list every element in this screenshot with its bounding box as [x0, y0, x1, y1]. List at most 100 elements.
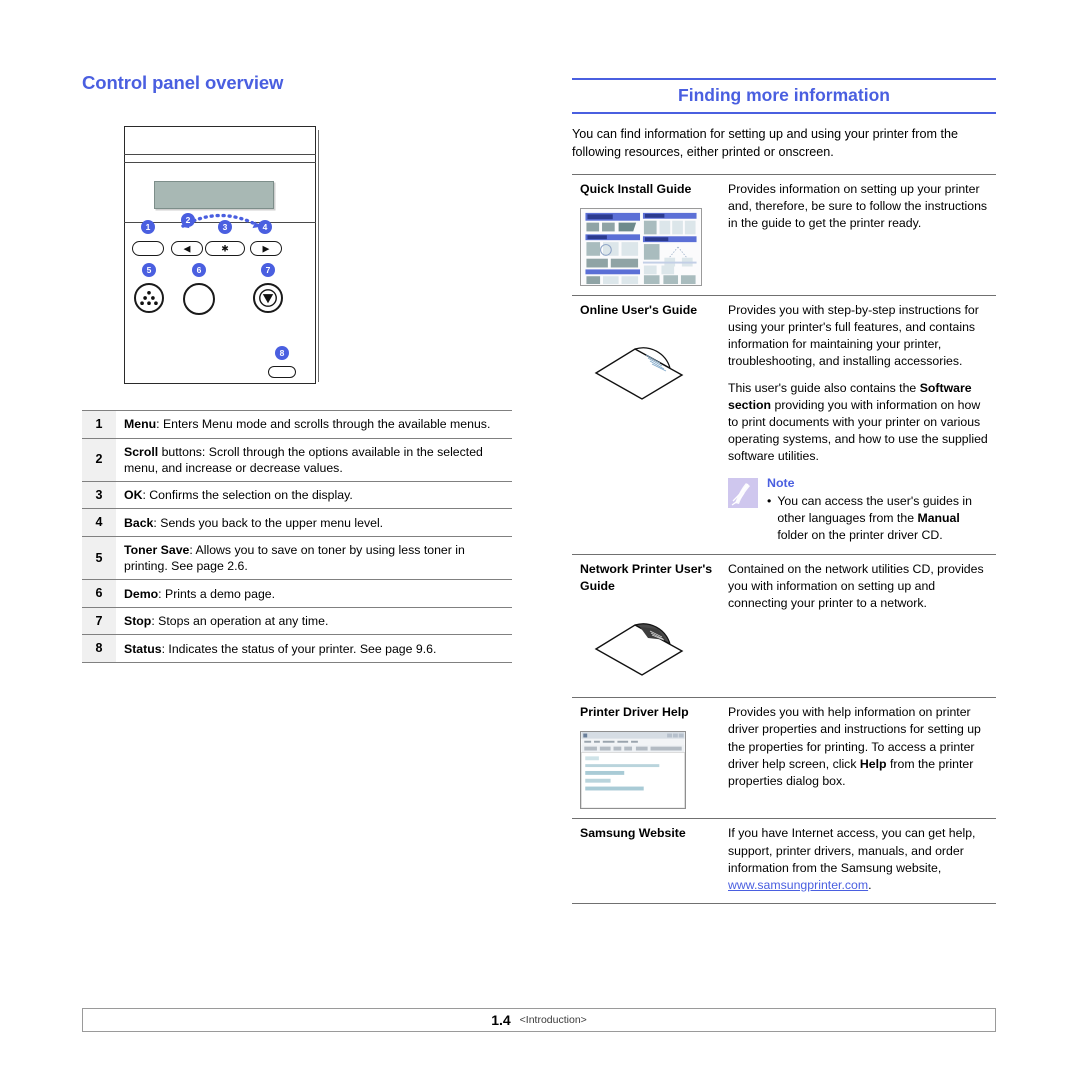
bullet-icon: •: [767, 493, 772, 508]
legend-text: Status: Indicates the status of your pri…: [116, 635, 512, 663]
samsung-website-link[interactable]: www.samsungprinter.com: [728, 878, 868, 892]
legend-desc: : Prints a demo page.: [158, 586, 276, 601]
table-row: 6 Demo: Prints a demo page.: [82, 579, 512, 608]
desc2-part-a: This user's guide also contains the: [728, 380, 920, 395]
legend-number: 5: [82, 536, 116, 580]
resource-label: Network Printer User's Guide: [580, 561, 713, 593]
legend-text: OK: Confirms the selection on the displa…: [116, 481, 512, 509]
callout-4: 4: [258, 220, 272, 234]
resource-description: If you have Internet access, you can get…: [728, 825, 992, 894]
table-row: 4 Back: Sends you back to the upper menu…: [82, 508, 512, 537]
resource-label: Printer Driver Help: [580, 705, 689, 720]
legend-number: 6: [82, 579, 116, 608]
resource-label-cell: Network Printer User's Guide: [572, 554, 726, 698]
legend-desc: buttons: Scroll through the options avai…: [124, 444, 483, 475]
resource-label-cell: Samsung Website: [572, 819, 726, 904]
legend-desc: : Stops an operation at any time.: [151, 614, 329, 629]
help-window-icon: [581, 732, 685, 809]
note-text: You can access the user's guides in othe…: [777, 493, 992, 545]
callout-5: 5: [142, 263, 156, 277]
resource-label-cell: Quick Install Guide: [572, 174, 726, 295]
legend-desc: : Confirms the selection on the display.: [142, 488, 353, 503]
page-footer: 1.4 <Introduction>: [82, 1008, 996, 1032]
callout-8: 8: [275, 346, 289, 360]
table-row: 7 Stop: Stops an operation at any time.: [82, 607, 512, 635]
legend-number: 4: [82, 508, 116, 537]
resource-description-2: This user's guide also contains the Soft…: [728, 380, 992, 466]
legend-text: Demo: Prints a demo page.: [116, 580, 512, 608]
legend-text: Menu: Enters Menu mode and scrolls throu…: [116, 411, 512, 439]
resource-description-cell: Provides you with help information on pr…: [726, 698, 996, 819]
note-title: Note: [767, 475, 795, 490]
note-pen-icon: [728, 477, 758, 508]
callout-1: 1: [141, 220, 155, 234]
table-row: 3 OK: Confirms the selection on the disp…: [82, 481, 512, 509]
callout-6: 6: [192, 263, 206, 277]
cd-sleeve-light-icon: [594, 347, 684, 400]
legend-desc: : Indicates the status of your printer. …: [161, 641, 437, 656]
legend-number: 2: [82, 438, 116, 482]
table-row-samsung-website: Samsung Website If you have Internet acc…: [572, 818, 996, 904]
legend-desc: : Sends you back to the upper menu level…: [153, 515, 384, 530]
resources-table: Quick Install Guide Provides information…: [572, 174, 996, 905]
callout-7: 7: [261, 263, 275, 277]
table-row: 8 Status: Indicates the status of your p…: [82, 634, 512, 663]
legend-number: 8: [82, 634, 116, 663]
legend-term: Back: [124, 515, 154, 530]
resource-description: Provides information on setting up your …: [728, 181, 988, 230]
legend-term: OK: [124, 488, 143, 503]
resource-label: Quick Install Guide: [580, 181, 692, 196]
desc-bold: Help: [859, 756, 887, 771]
legend-term: Toner Save: [124, 542, 190, 557]
control-panel-figure: ◀ ✱ ▶ 1 2 3 4 5 6 7 8: [120, 126, 320, 388]
resource-label-cell: Printer Driver Help: [572, 698, 726, 819]
legend-text: Stop: Stops an operation at any time.: [116, 607, 512, 635]
section-title-finding-more-information: Finding more information: [572, 78, 996, 114]
resource-description: Provides you with help information on pr…: [728, 704, 992, 790]
legend-term: Stop: [124, 614, 152, 629]
note-text-bold: Manual: [917, 511, 960, 526]
legend-term: Status: [124, 641, 162, 656]
table-row-quick-install: Quick Install Guide Provides information…: [572, 174, 996, 295]
resource-description-cell: Contained on the network utilities CD, p…: [726, 554, 996, 698]
legend-number: 7: [82, 607, 116, 635]
legend-term: Menu: [124, 417, 157, 432]
note-content: Note • You can access the user's guides …: [767, 475, 992, 545]
callout-arc: [181, 213, 261, 229]
note-text-b: folder on the printer driver CD.: [777, 528, 943, 543]
legend-number: 3: [82, 481, 116, 509]
poster-thumbnail-icon: [581, 208, 701, 285]
resource-description-cell: Provides you with step-by-step instructi…: [726, 295, 996, 554]
table-row: 2 Scroll buttons: Scroll through the opt…: [82, 438, 512, 482]
callout-3: 3: [218, 220, 232, 234]
document-page: Control panel overview ◀ ✱ ▶ 1 2 3 4 5 6…: [0, 0, 1080, 1080]
left-column: Control panel overview ◀ ✱ ▶ 1 2 3 4 5 6…: [82, 72, 512, 663]
resource-label: Online User's Guide: [580, 302, 698, 317]
resource-description-cell: If you have Internet access, you can get…: [726, 819, 996, 904]
legend-number: 1: [82, 410, 116, 438]
table-row: 5 Toner Save: Allows you to save on tone…: [82, 536, 512, 580]
table-row-online-guide: Online User's Guide Provides you with st…: [572, 295, 996, 554]
legend-term: Demo: [124, 586, 159, 601]
note-body: • You can access the user's guides in ot…: [767, 493, 992, 545]
resource-label-cell: Online User's Guide: [572, 295, 726, 554]
legend-text: Toner Save: Allows you to save on toner …: [116, 536, 512, 579]
legend-text: Scroll buttons: Scroll through the optio…: [116, 438, 512, 481]
table-row: 1 Menu: Enters Menu mode and scrolls thr…: [82, 410, 512, 439]
resource-description-1: Provides you with step-by-step instructi…: [728, 302, 979, 369]
driver-help-window-thumbnail: [580, 731, 686, 810]
table-row-network-guide: Network Printer User's Guide Contained o…: [572, 554, 996, 698]
resource-description: Contained on the network utilities CD, p…: [728, 561, 984, 610]
legend-text: Back: Sends you back to the upper menu l…: [116, 509, 512, 537]
page-title-control-panel: Control panel overview: [82, 72, 284, 93]
footer-section-label: <Introduction>: [519, 1014, 587, 1026]
table-row-driver-help: Printer Driver Help Provides you with he…: [572, 697, 996, 819]
legend-desc: : Enters Menu mode and scrolls through t…: [156, 417, 491, 432]
note-box: Note • You can access the user's guides …: [728, 475, 992, 545]
callout-2: 2: [181, 213, 195, 227]
right-column: Finding more information You can find in…: [572, 78, 996, 904]
resource-label: Samsung Website: [580, 826, 686, 841]
desc-part-a: If you have Internet access, you can get…: [728, 826, 976, 875]
cd-sleeve-dark-icon: [594, 623, 684, 676]
legend-term: Scroll: [124, 444, 159, 459]
